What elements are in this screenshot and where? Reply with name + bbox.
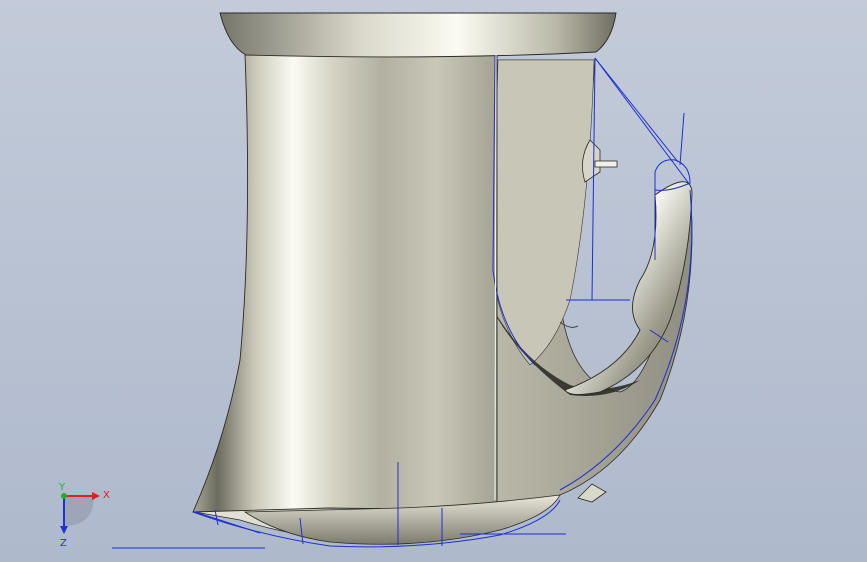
- mug-rim[interactable]: [219, 12, 617, 58]
- triad-shadow: [64, 496, 94, 526]
- mug-inner-cavity: [491, 59, 595, 366]
- y-axis-dot: [61, 493, 67, 499]
- z-axis-arrow: [60, 526, 68, 534]
- x-axis-label: X: [103, 490, 110, 501]
- mug-bottom-pin[interactable]: [577, 483, 607, 503]
- mug-body[interactable]: [192, 54, 498, 513]
- x-axis-arrow: [92, 492, 100, 500]
- graphics-viewport[interactable]: X Y Z: [0, 0, 867, 562]
- y-axis-label: Y: [58, 482, 66, 493]
- mug-model[interactable]: [0, 0, 867, 562]
- z-axis-label: Z: [60, 538, 67, 548]
- axis-triad: X Y Z: [58, 482, 110, 548]
- mug-side-pin[interactable]: [594, 160, 618, 168]
